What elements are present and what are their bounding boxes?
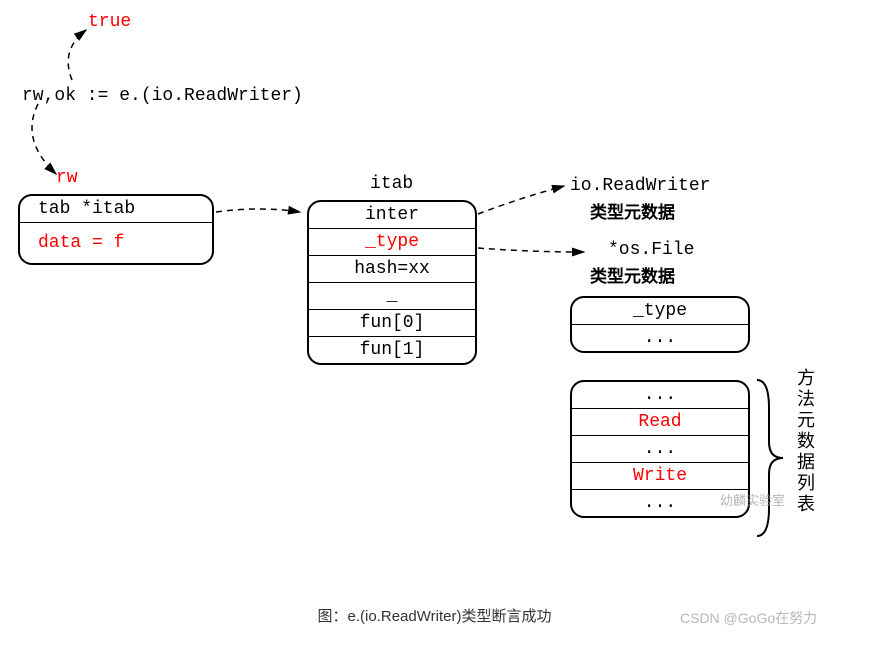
- itab-row-fun1: fun[1]: [309, 337, 475, 363]
- methods-row-2: ...: [572, 436, 748, 463]
- methods-row-0: ...: [572, 382, 748, 409]
- methods-vertical-label: 方法元数据列表: [792, 368, 818, 515]
- itab-row-inter: inter: [309, 202, 475, 229]
- iface-tab-row: tab *itab: [20, 196, 212, 223]
- itab-row-underscore: _: [309, 283, 475, 310]
- watermark-lab: 幼麟实验室: [720, 490, 785, 509]
- methods-row-write: Write: [572, 463, 748, 490]
- type-row-dots: ...: [572, 325, 748, 351]
- iface-data-row: data = f: [20, 223, 212, 263]
- iface-box: tab *itab data = f: [18, 194, 214, 265]
- brace-icon: [753, 378, 787, 538]
- itab-title: itab: [370, 174, 413, 194]
- itab-box: inter _type hash=xx _ fun[0] fun[1]: [307, 200, 477, 365]
- itab-row-fun0: fun[0]: [309, 310, 475, 337]
- itab-row-type: _type: [309, 229, 475, 256]
- code-line: rw,ok := e.(io.ReadWriter): [22, 86, 303, 106]
- os-file-sub: 类型元数据: [590, 262, 675, 287]
- methods-row-read: Read: [572, 409, 748, 436]
- rw-label: rw: [56, 168, 78, 188]
- itab-row-hash: hash=xx: [309, 256, 475, 283]
- true-label: true: [88, 12, 131, 32]
- type-box: _type ...: [570, 296, 750, 353]
- figure-caption: 图：e.(io.ReadWriter)类型断言成功: [0, 605, 869, 626]
- io-readwriter-sub: 类型元数据: [590, 198, 675, 223]
- type-row-type: _type: [572, 298, 748, 325]
- os-file-label: *os.File: [608, 240, 694, 260]
- io-readwriter-label: io.ReadWriter: [570, 176, 710, 196]
